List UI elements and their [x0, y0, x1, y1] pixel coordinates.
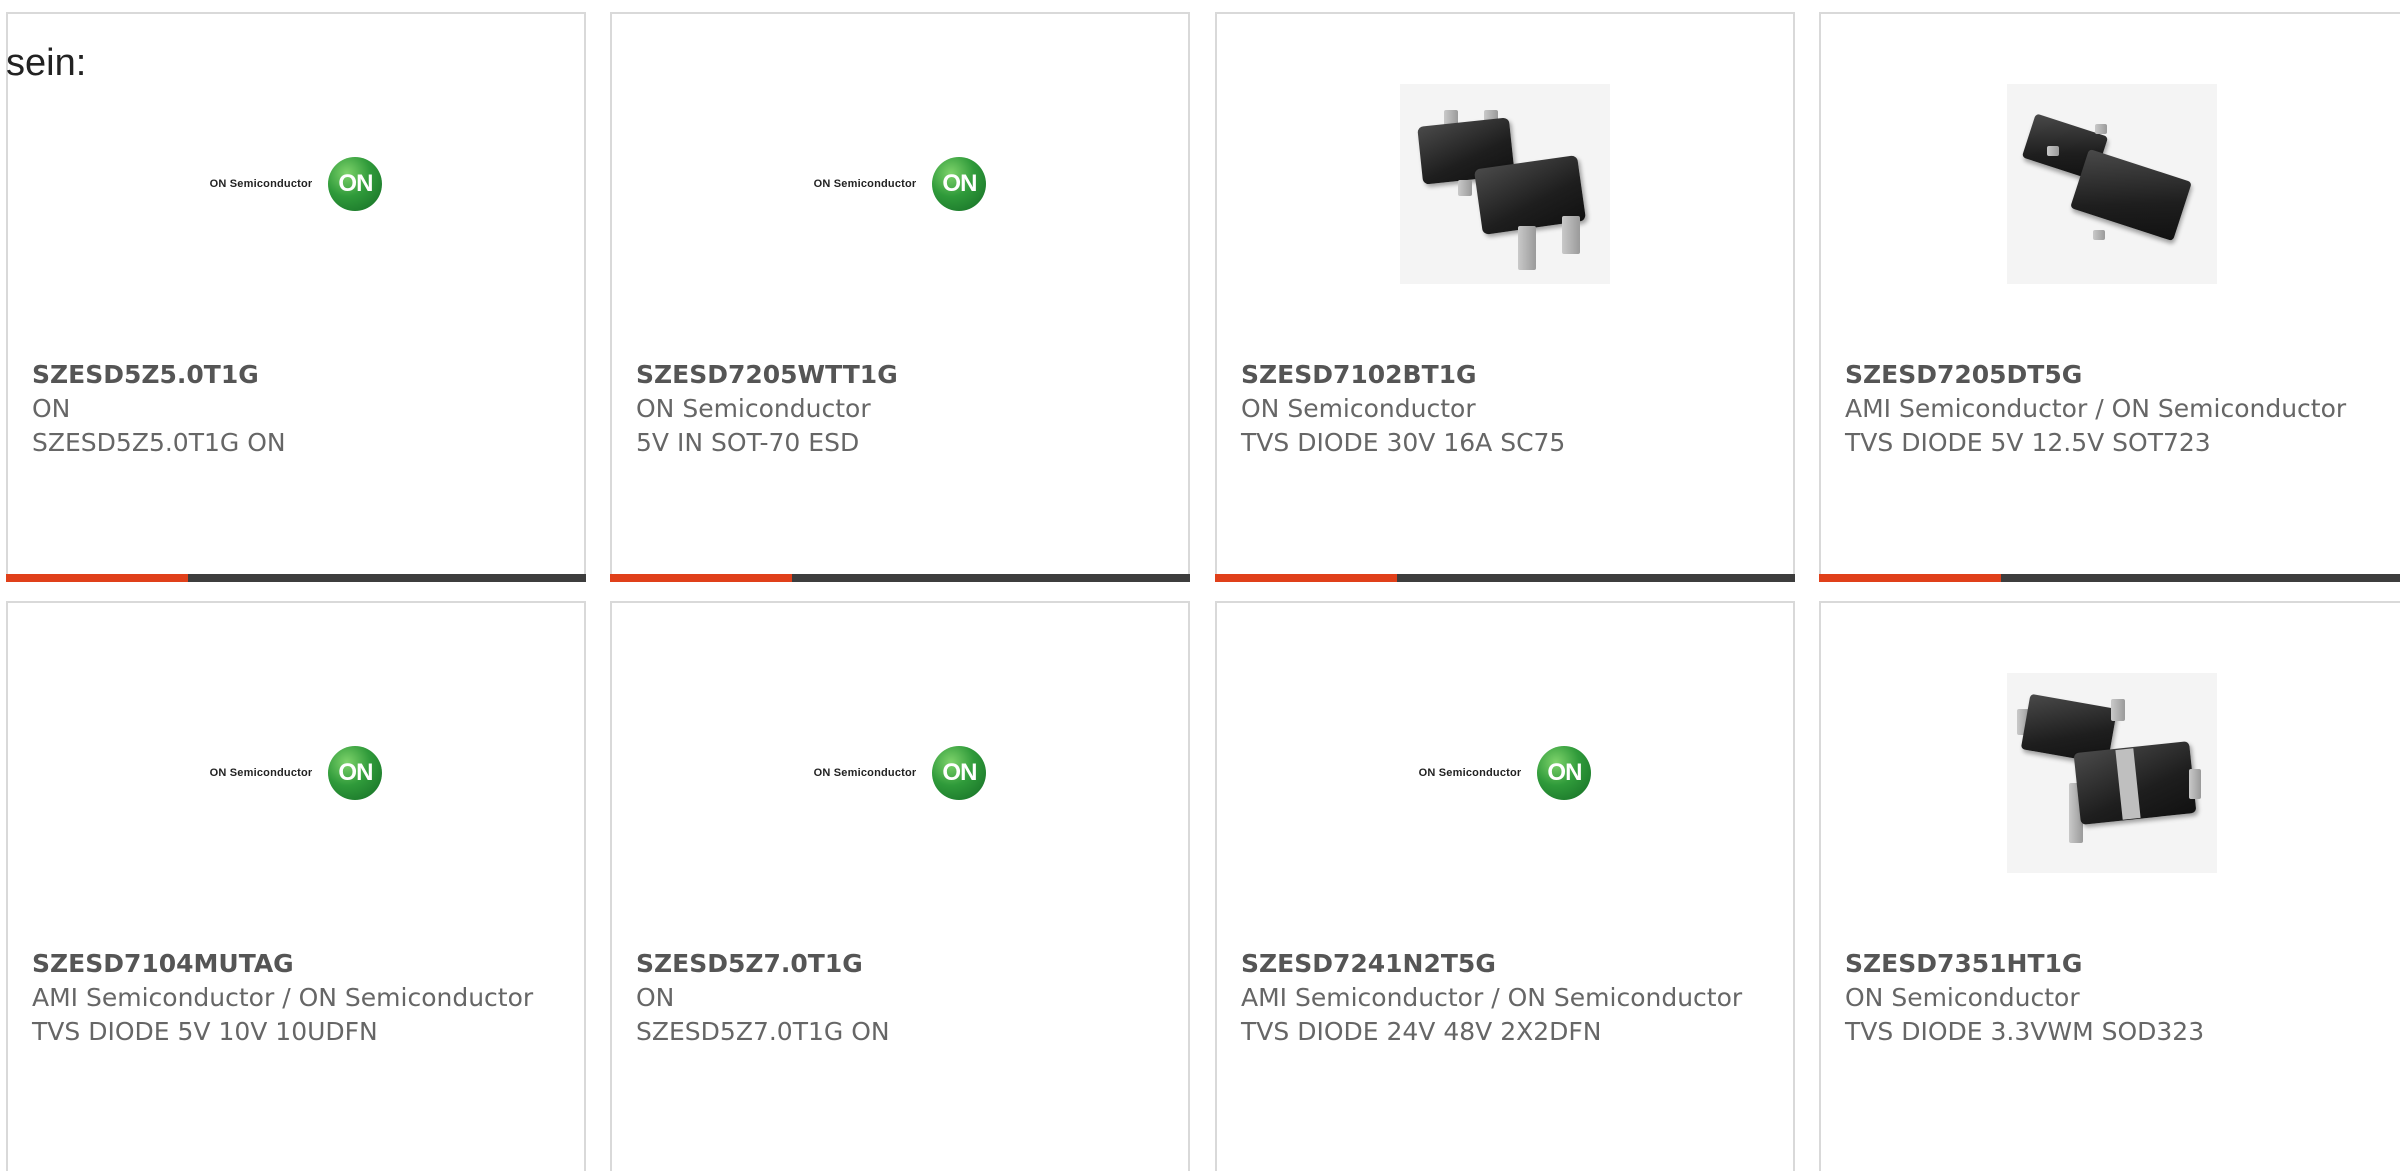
on-semiconductor-logo: ON Semiconductor ON: [210, 157, 383, 211]
sot723-package-photo: [2006, 84, 2217, 284]
on-semiconductor-logo: ON Semiconductor ON: [814, 157, 987, 211]
description: TVS DIODE 3.3VWM SOD323: [1845, 1017, 2205, 1046]
description: SZESD5Z5.0T1G ON: [32, 428, 286, 457]
intro-text: sein:: [6, 42, 87, 84]
product-image[interactable]: [1217, 84, 1793, 284]
sc75-package-photo: [1400, 84, 1610, 284]
product-card[interactable]: ON Semiconductor ON SZESD5Z5.0T1G ON SZE…: [6, 12, 586, 582]
description: 5V IN SOT-70 ESD: [636, 428, 860, 457]
product-image[interactable]: [1821, 84, 2400, 284]
product-card[interactable]: SZESD7351HT1G ON Semiconductor TVS DIODE…: [1819, 601, 2400, 1171]
product-card[interactable]: ON Semiconductor ON SZESD5Z7.0T1G ON SZE…: [610, 601, 1190, 1171]
part-number[interactable]: SZESD7241N2T5G: [1241, 947, 1773, 981]
manufacturer: ON: [636, 983, 675, 1012]
manufacturer: ON Semiconductor: [636, 394, 871, 423]
on-semiconductor-logo: ON Semiconductor ON: [814, 746, 987, 800]
description: TVS DIODE 5V 10V 10UDFN: [32, 1017, 378, 1046]
product-card[interactable]: ON Semiconductor ON SZESD7241N2T5G AMI S…: [1215, 601, 1795, 1171]
product-card[interactable]: SZESD7102BT1G ON Semiconductor TVS DIODE…: [1215, 12, 1795, 582]
product-image[interactable]: ON Semiconductor ON: [8, 673, 584, 873]
card-bar: [1215, 574, 1795, 582]
part-number[interactable]: SZESD7205DT5G: [1845, 358, 2382, 392]
product-image[interactable]: ON Semiconductor ON: [612, 84, 1188, 284]
product-image[interactable]: ON Semiconductor ON: [8, 84, 584, 284]
manufacturer: AMI Semiconductor / ON Semiconductor: [1845, 394, 2347, 423]
description: SZESD5Z7.0T1G ON: [636, 1017, 890, 1046]
on-semiconductor-logo: ON Semiconductor ON: [210, 746, 383, 800]
manufacturer: AMI Semiconductor / ON Semiconductor: [1241, 983, 1743, 1012]
card-bar: [610, 574, 1190, 582]
part-number[interactable]: SZESD5Z5.0T1G: [32, 358, 564, 392]
manufacturer: ON Semiconductor: [1241, 394, 1476, 423]
product-card[interactable]: SZESD7205DT5G AMI Semiconductor / ON Sem…: [1819, 12, 2400, 582]
product-image[interactable]: ON Semiconductor ON: [1217, 673, 1793, 873]
product-image[interactable]: ON Semiconductor ON: [612, 673, 1188, 873]
card-bar: [1819, 574, 2400, 582]
part-number[interactable]: SZESD7104MUTAG: [32, 947, 564, 981]
product-card[interactable]: ON Semiconductor ON SZESD7104MUTAG AMI S…: [6, 601, 586, 1171]
product-card[interactable]: ON Semiconductor ON SZESD7205WTT1G ON Se…: [610, 12, 1190, 582]
description: TVS DIODE 5V 12.5V SOT723: [1845, 428, 2211, 457]
description: TVS DIODE 30V 16A SC75: [1241, 428, 1566, 457]
sod323-package-photo: [2006, 673, 2217, 873]
part-number[interactable]: SZESD7102BT1G: [1241, 358, 1773, 392]
card-bar: [6, 574, 586, 582]
part-number[interactable]: SZESD7351HT1G: [1845, 947, 2382, 981]
manufacturer: AMI Semiconductor / ON Semiconductor: [32, 983, 534, 1012]
description: TVS DIODE 24V 48V 2X2DFN: [1241, 1017, 1602, 1046]
part-number[interactable]: SZESD5Z7.0T1G: [636, 947, 1168, 981]
on-semiconductor-logo: ON Semiconductor ON: [1419, 746, 1592, 800]
product-image[interactable]: [1821, 673, 2400, 873]
part-number[interactable]: SZESD7205WTT1G: [636, 358, 1168, 392]
manufacturer: ON: [32, 394, 71, 423]
manufacturer: ON Semiconductor: [1845, 983, 2080, 1012]
